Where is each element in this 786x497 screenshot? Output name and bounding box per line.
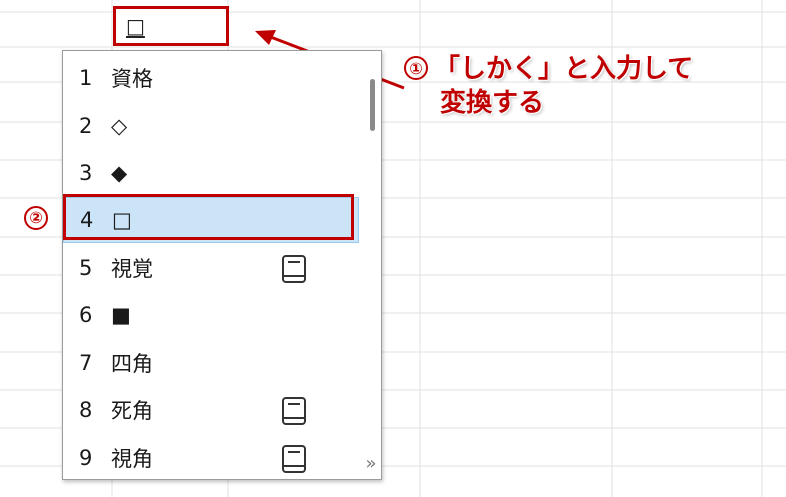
cell-input-text[interactable]: □ [126, 14, 145, 38]
candidate-index: 8 [79, 398, 93, 422]
candidate-row[interactable]: 3 ◆ [63, 150, 359, 196]
candidate-text: 視角 [111, 447, 153, 471]
candidate-index: 3 [79, 161, 93, 185]
instruction-callout: ① 「しかく」と入力して 変換する [404, 52, 744, 120]
candidate-text: 資格 [111, 67, 153, 91]
candidate-text: ■ [111, 303, 131, 327]
candidate-row[interactable]: 8 死角 [63, 387, 359, 433]
candidate-scrollbar-thumb[interactable] [370, 79, 375, 131]
ime-candidate-window[interactable]: 1 資格 2 ◇ 3 ◆ 4 □ 5 視覚 6 ■ 7 四角 8 死角 9 視角 » [62, 50, 382, 480]
candidate-index: 5 [79, 256, 93, 280]
active-cell[interactable]: □ [113, 6, 229, 46]
candidate-text: ◆ [111, 161, 128, 185]
candidate-row[interactable]: 2 ◇ [63, 103, 359, 149]
candidate-text: 四角 [111, 352, 153, 376]
dictionary-book-icon[interactable] [281, 254, 307, 284]
step-1-badge: ① [404, 56, 428, 80]
step-2-badge: ② [24, 206, 48, 230]
candidate-index: 1 [79, 66, 93, 90]
candidate-row[interactable]: 9 視角 [63, 435, 359, 481]
candidate-row[interactable]: 1 資格 [63, 55, 359, 101]
selection-highlight-frame [63, 194, 354, 240]
candidate-text: ◇ [111, 114, 128, 138]
candidate-index: 6 [79, 303, 93, 327]
dictionary-book-icon[interactable] [281, 396, 307, 426]
candidate-index: 2 [79, 114, 93, 138]
callout-line-1: 「しかく」と入力して [434, 54, 694, 84]
dictionary-book-icon[interactable] [281, 444, 307, 474]
callout-line-2: 変換する [440, 88, 545, 118]
candidate-index: 9 [79, 446, 93, 470]
candidate-row[interactable]: 6 ■ [63, 292, 359, 338]
expand-candidates-button[interactable]: » [361, 453, 381, 475]
candidate-text: 視覚 [111, 257, 153, 281]
candidate-row[interactable]: 7 四角 [63, 340, 359, 386]
candidate-row[interactable]: 5 視覚 [63, 245, 359, 291]
candidate-index: 7 [79, 351, 93, 375]
candidate-text: 死角 [111, 399, 153, 423]
